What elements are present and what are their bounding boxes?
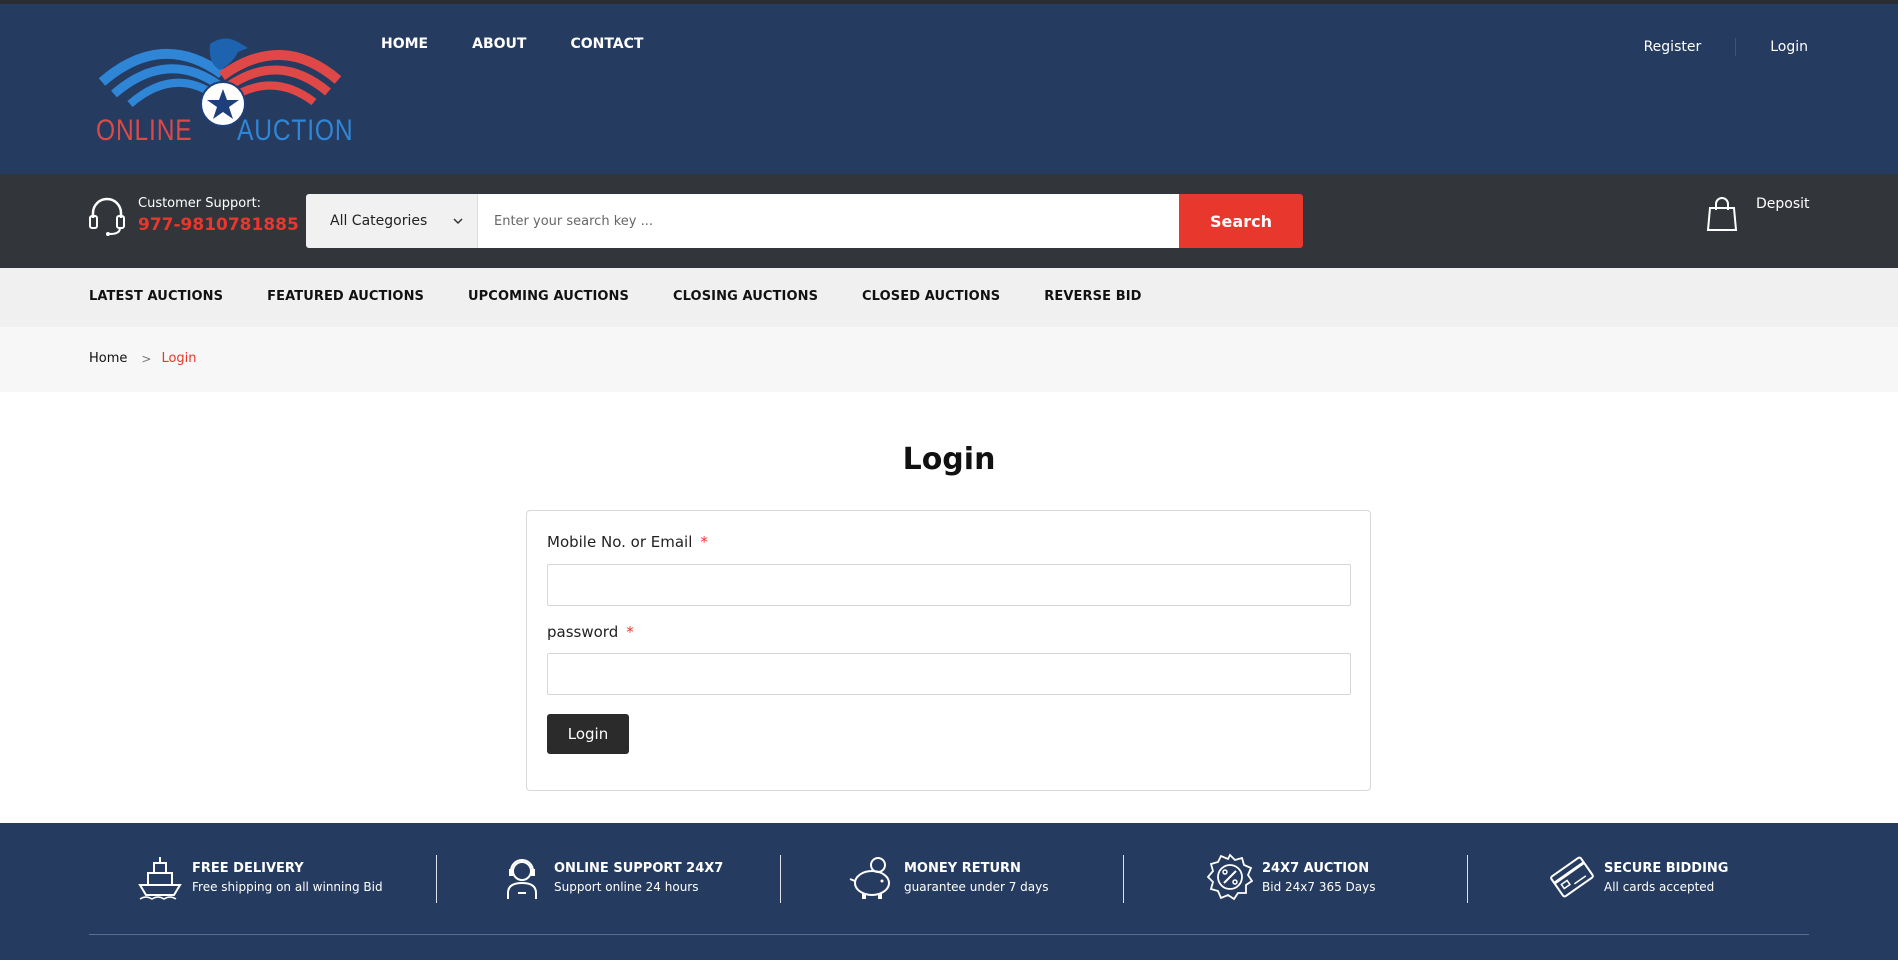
footer-divider (89, 934, 1809, 935)
login-link[interactable]: Login (1770, 39, 1808, 55)
required-mark: * (700, 533, 708, 551)
login-form: Mobile No. or Email * password * Login (526, 510, 1371, 791)
page-title: Login (902, 442, 996, 477)
feature-24x7-auction: 24X7 AUCTION Bid 24x7 365 Days (1206, 853, 1375, 901)
cat-closed-auctions[interactable]: CLOSED AUCTIONS (862, 289, 1000, 304)
feature-divider (436, 855, 437, 903)
feature-divider (780, 855, 781, 903)
password-field[interactable] (547, 653, 1351, 695)
search-form: All Categories Search (306, 194, 1303, 248)
nav-home[interactable]: HOME (381, 36, 428, 52)
feature-divider (1467, 855, 1468, 903)
feature-title: 24X7 AUCTION (1262, 860, 1370, 876)
auction-category-nav: LATEST AUCTIONS FEATURED AUCTIONS UPCOMI… (0, 268, 1898, 327)
feature-subtitle: Bid 24x7 365 Days (1262, 879, 1376, 894)
breadcrumb-home[interactable]: Home (89, 351, 127, 366)
headset-icon (89, 197, 125, 236)
feature-free-delivery: FREE DELIVERY Free shipping on all winni… (136, 853, 383, 901)
top-header: ONLINE AUCTION HOME ABOUT CONTACT Regist… (0, 0, 1898, 174)
cat-latest-auctions[interactable]: LATEST AUCTIONS (89, 289, 223, 304)
category-select-value: All Categories (330, 213, 428, 229)
feature-title: SECURE BIDDING (1604, 860, 1729, 876)
required-mark: * (626, 623, 634, 641)
feature-money-return: MONEY RETURN guarantee under 7 days (848, 853, 1049, 901)
shopping-bag-icon (1706, 197, 1738, 231)
cat-closing-auctions[interactable]: CLOSING AUCTIONS (673, 289, 818, 304)
search-bar-section: Customer Support: 977-9810781885 All Cat… (0, 174, 1898, 268)
customer-support: Customer Support: 977-9810781885 (88, 194, 299, 236)
search-button[interactable]: Search (1179, 194, 1303, 248)
feature-divider (1123, 855, 1124, 903)
nav-contact[interactable]: CONTACT (570, 36, 643, 52)
feature-title: MONEY RETURN (904, 860, 1021, 876)
main-nav: HOME ABOUT CONTACT (381, 36, 687, 52)
cat-featured-auctions[interactable]: FEATURED AUCTIONS (267, 289, 424, 304)
login-submit-button[interactable]: Login (547, 714, 629, 754)
search-input[interactable] (478, 194, 1179, 248)
feature-online-support: ONLINE SUPPORT 24X7 Support online 24 ho… (498, 853, 723, 901)
support-label: Customer Support: (138, 196, 262, 211)
deposit-label: Deposit (1756, 196, 1810, 212)
logo-text-online: ONLINE (96, 114, 193, 147)
support-agent-icon (507, 859, 537, 899)
feature-secure-bidding: SECURE BIDDING All cards accepted (1548, 853, 1728, 901)
nav-about[interactable]: ABOUT (472, 36, 526, 52)
percent-badge-icon (1206, 853, 1254, 901)
email-label-text: Mobile No. or Email (547, 533, 693, 551)
chevron-down-icon (453, 218, 463, 225)
user-links-divider (1735, 38, 1737, 56)
site-logo[interactable]: ONLINE AUCTION (92, 34, 353, 154)
password-label: password * (547, 623, 634, 641)
logo-text-auction: AUCTION (237, 114, 354, 147)
cat-reverse-bid[interactable]: REVERSE BID (1044, 289, 1141, 304)
user-links: Register Login (1644, 38, 1808, 56)
feature-subtitle: Support online 24 hours (554, 879, 699, 894)
email-label: Mobile No. or Email * (547, 533, 708, 551)
breadcrumb-current: Login (161, 351, 197, 366)
cat-upcoming-auctions[interactable]: UPCOMING AUCTIONS (468, 289, 629, 304)
ship-icon (138, 857, 182, 900)
email-field[interactable] (547, 564, 1351, 606)
password-label-text: password (547, 623, 619, 641)
feature-subtitle: Free shipping on all winning Bid (192, 879, 383, 894)
category-select[interactable]: All Categories (306, 194, 478, 248)
feature-title: ONLINE SUPPORT 24X7 (554, 860, 724, 876)
breadcrumb: Home > Login (0, 327, 1898, 392)
register-link[interactable]: Register (1644, 39, 1702, 55)
features-footer: FREE DELIVERY Free shipping on all winni… (0, 823, 1898, 960)
feature-subtitle: All cards accepted (1604, 879, 1715, 894)
feature-subtitle: guarantee under 7 days (904, 879, 1049, 894)
credit-card-icon (1550, 856, 1594, 898)
piggy-bank-icon (849, 857, 890, 899)
breadcrumb-separator-icon: > (141, 351, 152, 366)
support-phone[interactable]: 977-9810781885 (138, 215, 299, 235)
feature-title: FREE DELIVERY (192, 860, 304, 876)
deposit-link[interactable]: Deposit (1706, 196, 1810, 232)
